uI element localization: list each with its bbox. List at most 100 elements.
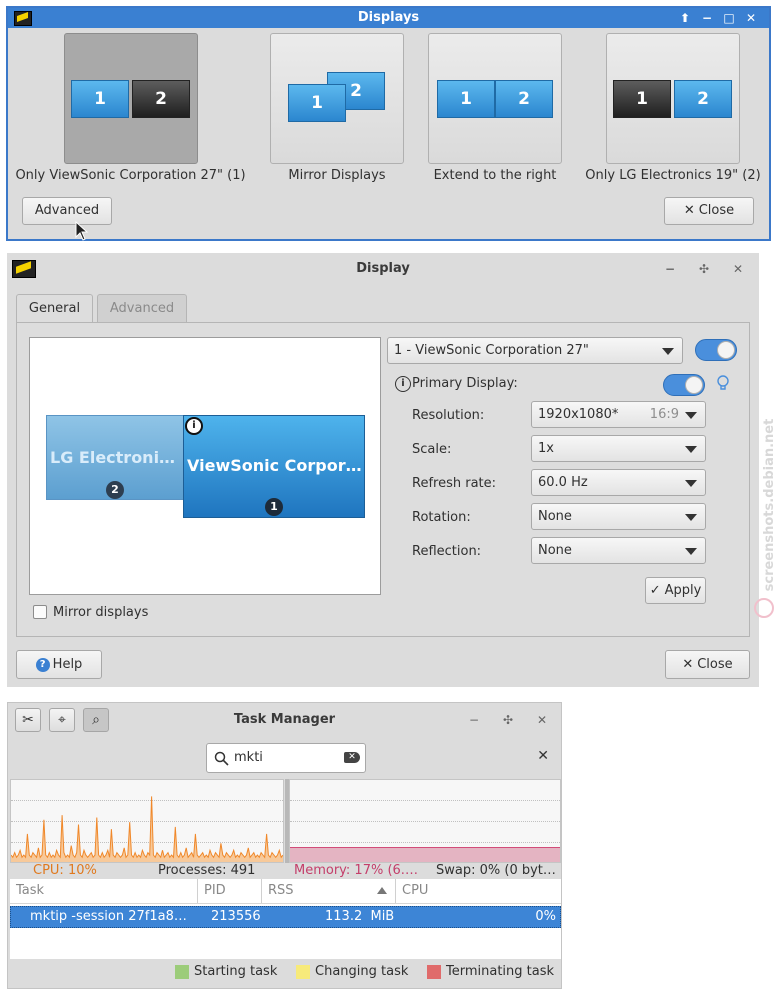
option-label-extend-right: Extend to the right [433,168,557,183]
search-value: mkti [234,750,263,765]
toggle-knob [717,341,735,359]
mirror-displays-label: Mirror displays [53,605,149,620]
tab-general[interactable]: General [16,294,93,323]
display-close-button[interactable]: ✕ Close [665,650,750,679]
memory-label: Memory: 17% (6.… [294,863,418,878]
memory-graph [289,779,561,863]
displays-close-button[interactable]: ✕ Close [664,197,754,225]
option-label-only-viewsonic: Only ViewSonic Corporation 27" (1) [15,168,246,183]
row-rss: 113.2 MiB [325,909,395,924]
general-panel: LG Electroni… 2 i ViewSonic Corpor… 1 Mi… [16,322,750,637]
mirror-displays-checkbox[interactable] [33,605,47,619]
resolution-label: Resolution: [412,408,485,423]
option-extend-right[interactable]: 1 2 [428,33,562,164]
help-icon: ? [35,657,50,672]
option-label-mirror: Mirror Displays [288,168,386,183]
minimize-icon[interactable]: − [661,261,679,277]
option-mirror[interactable]: 2 1 [270,33,404,164]
row-cpu: 0% [535,909,556,924]
cpu-label: CPU: 10% [33,863,97,878]
move-icon[interactable]: ✣ [499,712,517,728]
option-only-viewsonic[interactable]: 1 2 [64,33,198,164]
close-window-icon[interactable]: ✕ [533,712,551,728]
monitor-viewsonic-tile[interactable]: i ViewSonic Corpor… 1 [183,415,365,518]
legend-terminating-label: Terminating task [446,964,555,979]
move-icon[interactable]: ✣ [695,261,713,277]
rotation-label: Rotation: [412,510,471,525]
select-window-button[interactable]: ⌖ [49,708,75,732]
column-pid[interactable]: PID [198,879,262,903]
row-pid: 213556 [211,909,261,924]
advanced-button[interactable]: Advanced [22,197,112,225]
tab-advanced[interactable]: Advanced [97,294,187,323]
close-icon: ✕ [682,657,694,672]
refresh-rate-value: 60.0 Hz [538,475,588,490]
mouse-pointer-icon [75,220,89,245]
rotation-select[interactable]: None [531,503,706,530]
reflection-select[interactable]: None [531,537,706,564]
column-cpu[interactable]: CPU [396,879,561,903]
column-rss[interactable]: RSS [262,879,396,903]
option-only-lg[interactable]: 1 2 [606,33,740,164]
minimize-icon[interactable]: − [698,10,716,26]
row-task: mktip -session 27f1a8… [30,909,187,924]
legend-starting-label: Starting task [194,964,278,979]
monitor-viewsonic-badge: 1 [265,498,283,516]
scale-label: Scale: [412,442,452,457]
close-search-icon[interactable]: ✕ [537,748,549,764]
resolution-select[interactable]: 1920x1080* 16:9 [531,401,706,428]
cpu-graph [10,779,284,863]
search-field[interactable]: mkti ✕ [206,743,366,773]
sort-ascending-icon [377,887,387,894]
search-toggle-button[interactable]: ⌕ [83,708,109,732]
output-select[interactable]: 1 - ViewSonic Corporation 27" [387,337,683,364]
app-logo-icon [12,260,36,278]
display-title: Display [356,261,410,276]
debian-swirl-icon [754,598,774,618]
watermark-text: screenshots.debian.net [762,418,777,592]
monitor-lg-tile[interactable]: LG Electroni… 2 [46,415,186,500]
legend-terminating-swatch [427,965,441,979]
option-label-only-lg: Only LG Electronics 19" (2) [585,168,761,183]
watermark: screenshots.debian.net [754,384,777,624]
apply-button[interactable]: ✓ Apply [645,577,706,604]
table-row[interactable]: mktip -session 27f1a8… 213556 113.2 MiB … [10,906,561,928]
help-label: Help [52,657,83,672]
process-list: Task PID RSS CPU mktip -session 27f1a8… … [10,879,561,959]
aspect-ratio-hint: 16:9 [649,407,679,422]
displays-titlebar: Displays ⬆ − □ ✕ [8,8,769,28]
column-task[interactable]: Task [10,879,198,903]
settings-tools-button[interactable]: ✂ [15,708,41,732]
tools-icon: ✂ [22,712,34,728]
monitor-1-icon: 1 [71,80,129,118]
displays-close-label: Close [698,203,735,218]
output-enabled-toggle[interactable] [695,339,737,361]
monitor-2-off-icon: 2 [132,80,190,118]
close-icon: ✕ [683,203,695,218]
monitor-1-icon: 1 [437,80,495,118]
apply-label: Apply [664,583,702,598]
display-arrangement-canvas: LG Electroni… 2 i ViewSonic Corpor… 1 [29,337,381,595]
identify-bulb-icon[interactable] [716,375,730,397]
help-button[interactable]: ? Help [16,650,102,679]
scale-select[interactable]: 1x [531,435,706,462]
header-divider [10,903,561,904]
chevron-down-icon [685,412,697,419]
refresh-rate-select[interactable]: 60.0 Hz [531,469,706,496]
primary-marker-icon: i [185,417,203,435]
close-window-icon[interactable]: ✕ [729,261,747,277]
shade-up-icon[interactable]: ⬆ [676,10,694,26]
tab-advanced-label: Advanced [109,301,175,316]
minimize-icon[interactable]: − [465,712,483,728]
search-icon: ⌕ [92,712,100,728]
cpu-history-area [11,796,283,862]
chevron-down-icon [685,446,697,453]
task-manager-title: Task Manager [233,712,336,727]
primary-display-toggle[interactable] [663,374,705,396]
clear-search-icon[interactable]: ✕ [344,752,360,763]
monitor-lg-label: LG Electroni… [50,448,176,467]
chevron-down-icon [685,514,697,521]
close-window-icon[interactable]: ✕ [742,10,760,26]
maximize-icon[interactable]: □ [720,10,738,26]
legend-changing-swatch [296,965,310,979]
